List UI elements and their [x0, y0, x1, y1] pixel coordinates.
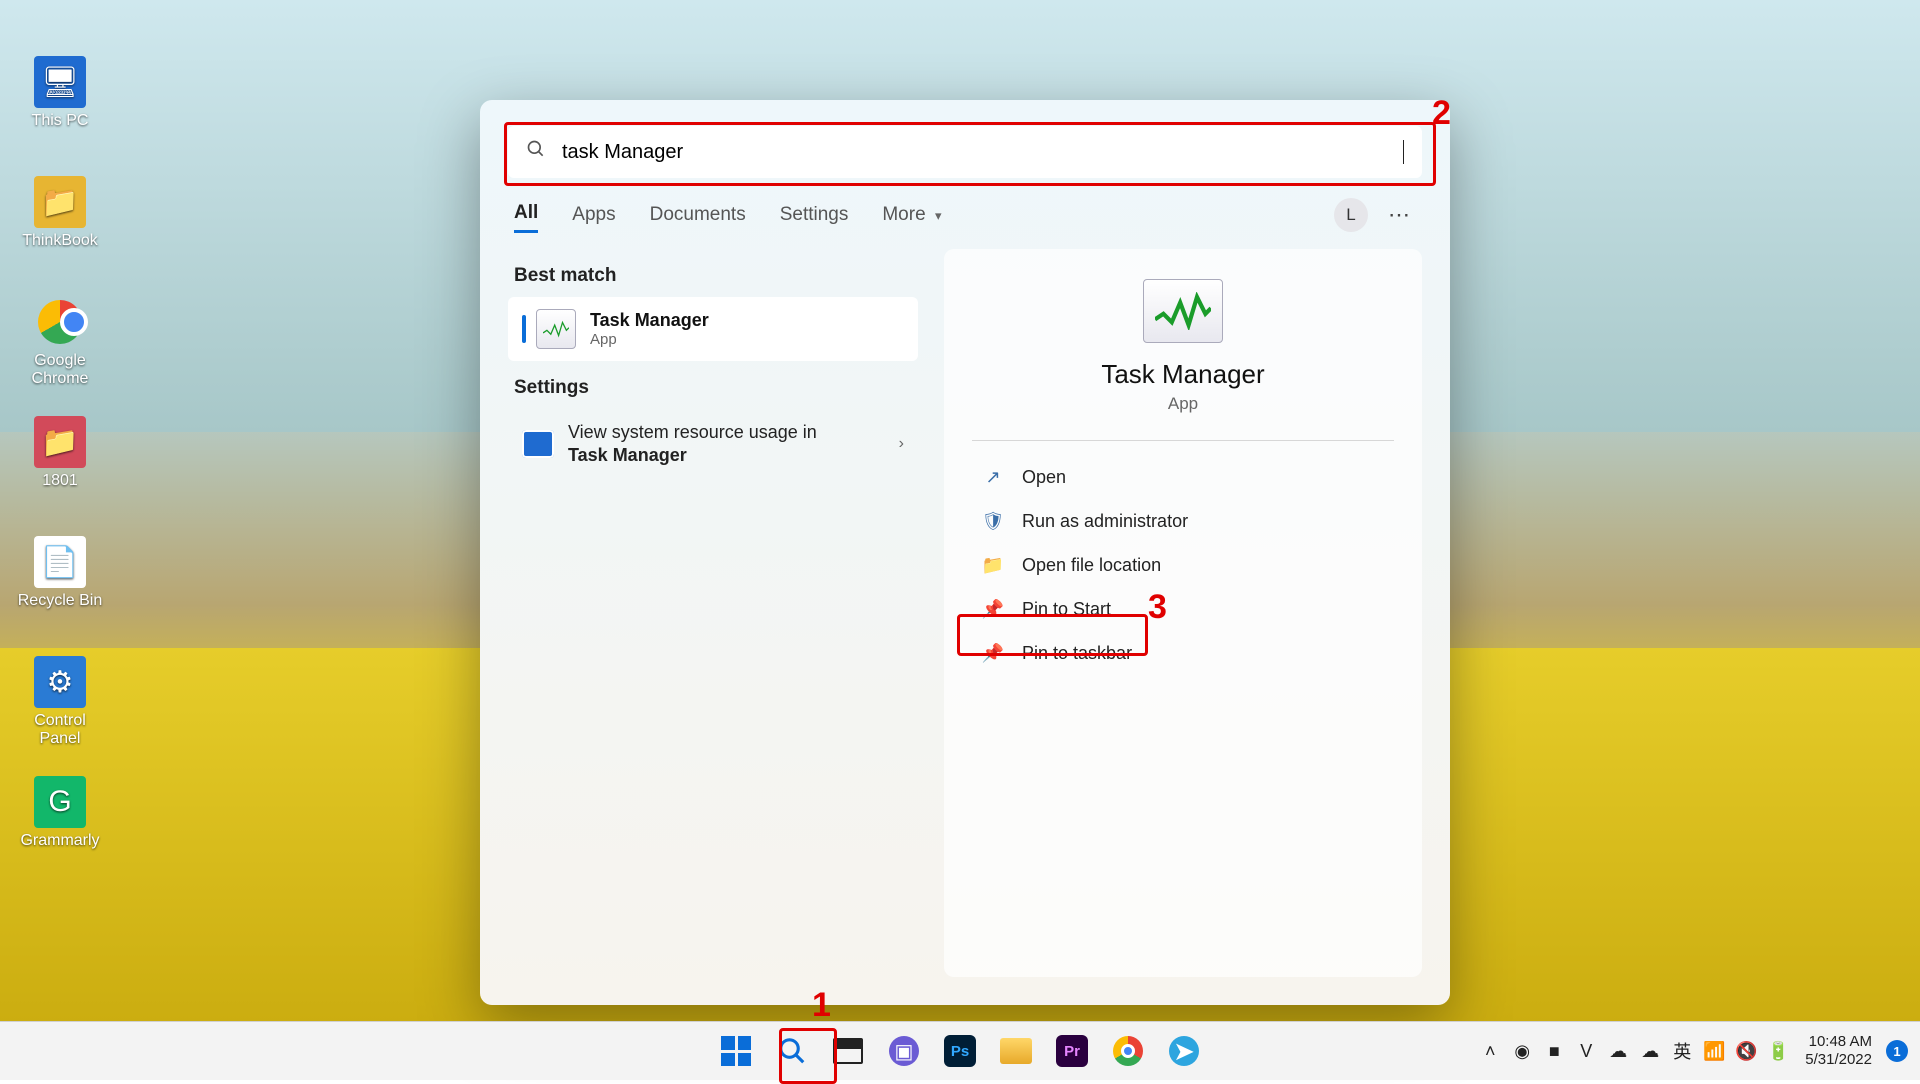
action-pinstart[interactable]: 📌 Pin to Start	[972, 587, 1394, 631]
tab-more[interactable]: More ▾	[882, 204, 941, 232]
taskbar-search-button[interactable]	[768, 1027, 816, 1075]
desktop-icon-1801[interactable]: 📁1801	[12, 416, 108, 490]
search-icon	[526, 139, 546, 165]
tray-cloud-icon[interactable]: ☁	[1639, 1040, 1661, 1062]
taskbar-center: ▣ Ps Pr ➤	[712, 1022, 1208, 1080]
taskbar: ▣ Ps Pr ➤ ˄ ◉ ■ V ☁ ☁ 英 📶 🔇 🔋 10:48 AM 5/31/2022 1	[0, 1021, 1920, 1080]
action-loc[interactable]: 📁 Open file location	[972, 543, 1394, 587]
admin-icon: 🛡	[982, 510, 1004, 532]
notification-center-button[interactable]: 1	[1886, 1040, 1908, 1062]
task-manager-hero-icon	[1143, 279, 1223, 343]
loc-icon: 📁	[982, 554, 1004, 576]
tray-wifi-icon[interactable]: 📶	[1703, 1040, 1725, 1062]
tab-apps[interactable]: Apps	[572, 204, 615, 232]
tab-all[interactable]: All	[514, 202, 538, 233]
tray-battery-icon[interactable]: 🔋	[1767, 1040, 1789, 1062]
desktop-icon-google-chrome[interactable]: Google Chrome	[12, 296, 108, 388]
taskbar-clock[interactable]: 10:48 AM 5/31/2022	[1805, 1033, 1872, 1069]
start-search-panel: All Apps Documents Settings More ▾ L ⋯ B…	[480, 100, 1450, 1005]
preview-title: Task Manager	[1101, 359, 1264, 390]
desktop-icon-label: Recycle Bin	[18, 592, 102, 609]
start-button[interactable]	[712, 1027, 760, 1075]
user-avatar[interactable]: L	[1334, 198, 1368, 232]
settings-heading: Settings	[514, 377, 912, 399]
tab-documents[interactable]: Documents	[650, 204, 746, 232]
tray-sound-icon[interactable]: 🔇	[1735, 1040, 1757, 1062]
best-match-heading: Best match	[514, 265, 912, 287]
tray-up-icon[interactable]: ˄	[1479, 1040, 1501, 1062]
monitor-icon	[522, 430, 554, 458]
chevron-down-icon: ▾	[935, 208, 942, 223]
file-explorer-app[interactable]	[992, 1027, 1040, 1075]
telegram-icon: ➤	[1169, 1036, 1199, 1066]
tray-rec-icon[interactable]: ■	[1543, 1040, 1565, 1062]
chrome-icon	[1113, 1036, 1143, 1066]
tray-v-icon[interactable]: V	[1575, 1040, 1597, 1062]
action-label: Open file location	[1022, 555, 1161, 576]
result-subtitle: App	[590, 331, 709, 348]
system-tray: ˄ ◉ ■ V ☁ ☁ 英 📶 🔇 🔋 10:48 AM 5/31/2022 1	[1479, 1022, 1908, 1080]
desktop-icon-thinkbook[interactable]: 📁ThinkBook	[12, 176, 108, 250]
tray-lang-icon[interactable]: 英	[1671, 1040, 1693, 1062]
action-admin[interactable]: 🛡 Run as administrator	[972, 499, 1394, 543]
windows-logo-icon	[721, 1036, 751, 1066]
action-label: Open	[1022, 467, 1066, 488]
results-column: Best match Task Manager App Settings Vie…	[508, 249, 918, 977]
photoshop-app[interactable]: Ps	[936, 1027, 984, 1075]
task-view-icon	[833, 1038, 863, 1064]
chevron-right-icon: ›	[899, 435, 904, 453]
telegram-app[interactable]: ➤	[1160, 1027, 1208, 1075]
pinstart-icon: 📌	[982, 598, 1004, 620]
tray-eye-icon[interactable]: ◉	[1511, 1040, 1533, 1062]
photoshop-icon: Ps	[944, 1035, 976, 1067]
desktop-icon-label: ThinkBook	[22, 232, 98, 249]
desktop-icon-label: Control Panel	[34, 712, 86, 747]
tray-onedrive-icon[interactable]: ☁	[1607, 1040, 1629, 1062]
clock-date: 5/31/2022	[1805, 1051, 1872, 1069]
clock-time: 10:48 AM	[1805, 1033, 1872, 1051]
search-input[interactable]	[560, 140, 1389, 165]
premiere-icon: Pr	[1056, 1035, 1088, 1067]
preview-column: Task Manager App ↗ Open 🛡 Run as administra…	[944, 249, 1422, 977]
tab-settings[interactable]: Settings	[780, 204, 849, 232]
desktop-icon-grammarly[interactable]: GGrammarly	[12, 776, 108, 850]
desktop-icon-recycle-bin[interactable]: 📄Recycle Bin	[12, 536, 108, 610]
chrome-app[interactable]	[1104, 1027, 1152, 1075]
desktop-icon-label: Google Chrome	[32, 352, 89, 387]
search-bar[interactable]	[508, 126, 1422, 178]
desktop-icon-control-panel[interactable]: ⚙Control Panel	[12, 656, 108, 748]
task-manager-icon	[536, 309, 576, 349]
settings-result-resource-usage[interactable]: View system resource usage in Task Manag…	[508, 409, 918, 480]
task-view-button[interactable]	[824, 1027, 872, 1075]
open-icon: ↗	[982, 466, 1004, 488]
desktop-icon-this-pc[interactable]: 🖥This PC	[12, 56, 108, 130]
result-title: Task Manager	[590, 310, 709, 331]
action-label: Pin to taskbar	[1022, 643, 1132, 664]
settings-item-bold: Task Manager	[568, 445, 687, 465]
result-task-manager[interactable]: Task Manager App	[508, 297, 918, 361]
desktop-icon-label: 1801	[42, 472, 78, 489]
preview-subtitle: App	[1168, 394, 1198, 414]
desktop-icon-label: Grammarly	[20, 832, 99, 849]
desktop-icon-label: This PC	[32, 112, 89, 129]
action-open[interactable]: ↗ Open	[972, 455, 1394, 499]
text-cursor	[1403, 140, 1404, 164]
search-icon	[777, 1036, 807, 1066]
premiere-app[interactable]: Pr	[1048, 1027, 1096, 1075]
action-label: Pin to Start	[1022, 599, 1111, 620]
tab-more-label: More	[882, 204, 925, 225]
search-tabs: All Apps Documents Settings More ▾ L ⋯	[480, 178, 1450, 233]
chat-app[interactable]: ▣	[880, 1027, 928, 1075]
action-label: Run as administrator	[1022, 511, 1188, 532]
action-pintask[interactable]: 📌 Pin to taskbar	[972, 631, 1394, 675]
panel-more-button[interactable]: ⋯	[1382, 198, 1416, 232]
pintask-icon: 📌	[982, 642, 1004, 664]
folder-icon	[1000, 1038, 1032, 1064]
settings-item-prefix: View system resource usage in	[568, 422, 817, 442]
chat-icon: ▣	[889, 1036, 919, 1066]
